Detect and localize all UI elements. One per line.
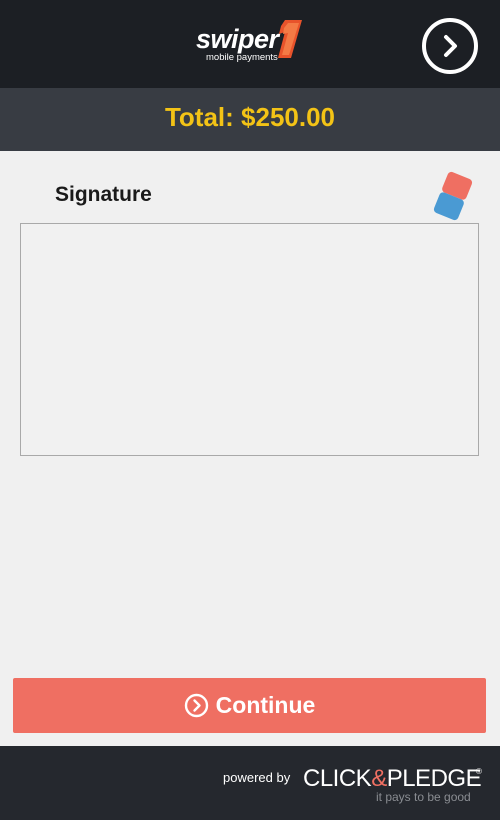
- logo-one-mark: [278, 20, 302, 58]
- brand-tagline: it pays to be good: [376, 790, 471, 804]
- registered-mark: ®: [476, 767, 482, 776]
- next-button[interactable]: [422, 18, 478, 74]
- chevron-right-icon: [444, 35, 457, 57]
- powered-by-text: powered by: [223, 770, 291, 785]
- total-bar: Total: $250.00: [0, 88, 500, 151]
- brand-pledge: PLEDGE: [386, 765, 482, 792]
- swiper-logo: swiper mobile payments: [196, 18, 308, 68]
- signature-label: Signature: [55, 183, 152, 206]
- continue-button[interactable]: Continue: [13, 678, 486, 733]
- chevron-right-circle-icon: [184, 693, 208, 718]
- continue-label: Continue: [215, 692, 316, 718]
- eraser-icon[interactable]: [430, 170, 476, 222]
- total-amount: Total: $250.00: [164, 102, 336, 132]
- app-header: swiper mobile payments: [0, 0, 500, 88]
- logo-wordmark: swiper: [196, 24, 279, 54]
- brand-ampersand: &: [371, 765, 387, 792]
- signature-pad[interactable]: [20, 223, 479, 456]
- logo-subtitle: mobile payments: [206, 52, 278, 63]
- click-and-pledge-logo: CLICK&PLEDGE: [303, 765, 482, 792]
- brand-click: CLICK: [303, 765, 372, 792]
